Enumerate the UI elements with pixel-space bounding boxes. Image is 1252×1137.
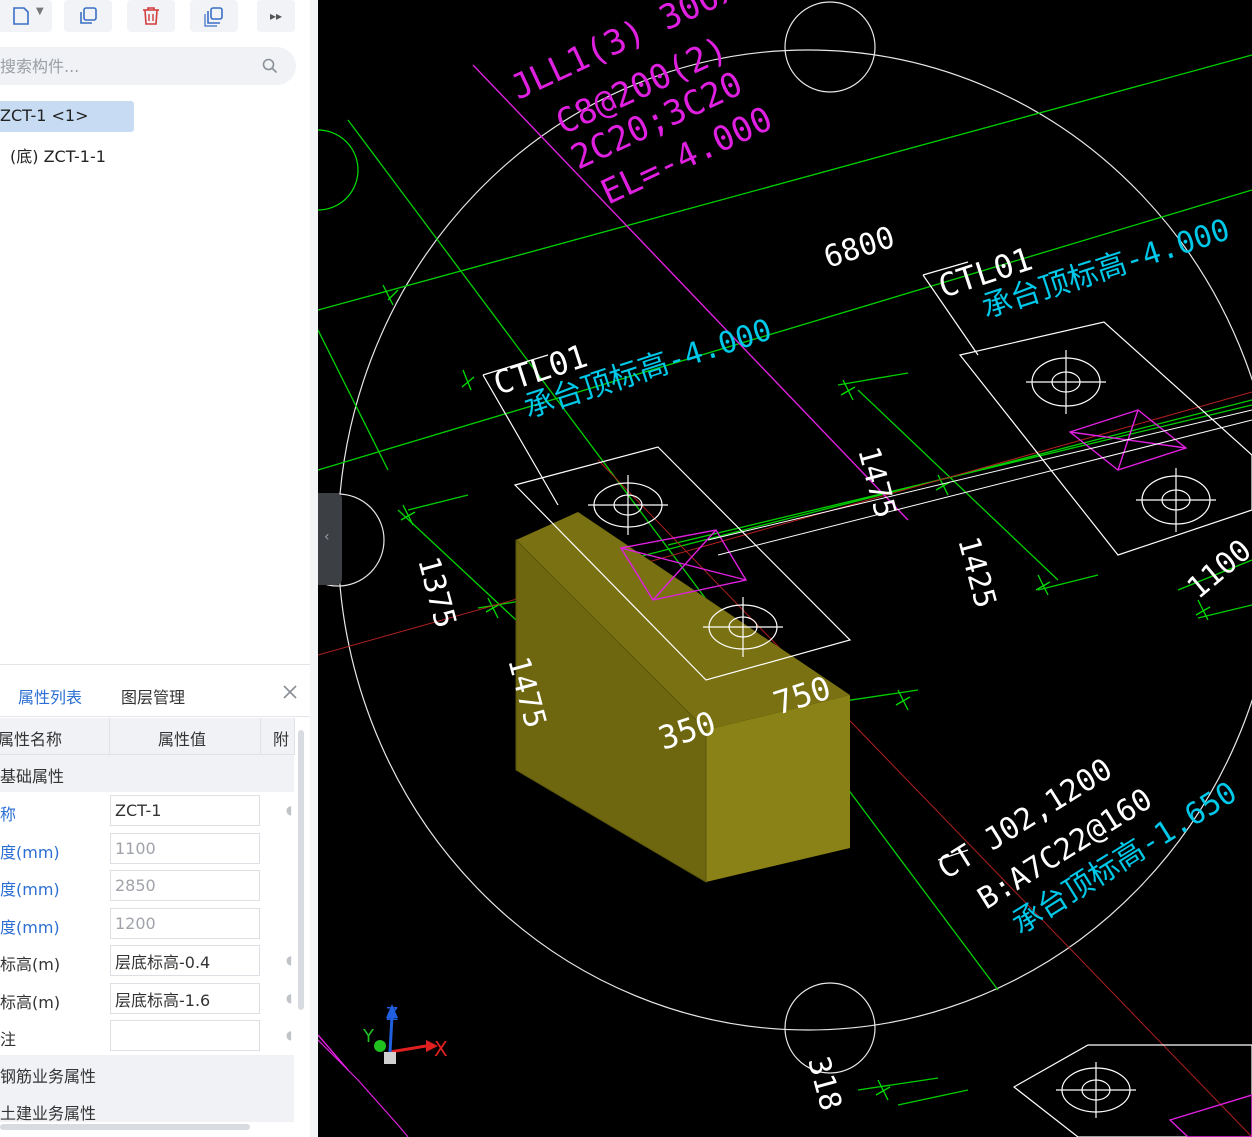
property-value-field[interactable]: [110, 983, 260, 1014]
copy-button[interactable]: [64, 0, 112, 32]
property-name: 称: [0, 805, 17, 824]
property-value-field[interactable]: [110, 1020, 260, 1051]
property-tabs: 属性列表 图层管理: [0, 672, 312, 717]
duplicate-icon: [204, 7, 223, 27]
property-name: 标高(m): [0, 955, 61, 974]
property-name: 度(mm): [0, 918, 60, 937]
axis-z-label: Z: [386, 1004, 398, 1025]
tree-item-label: (底) ZCT-1-1: [10, 147, 106, 166]
group-basic-properties[interactable]: 基础属性: [0, 755, 294, 792]
search-icon[interactable]: [261, 57, 279, 75]
more-button[interactable]: ▸▸: [257, 0, 295, 32]
dim-6800: 6800: [820, 220, 900, 276]
axis-triad: X Y Z: [362, 1004, 448, 1064]
row-indicator-icon: ◖: [286, 953, 293, 967]
tab-property-list[interactable]: 属性列表: [18, 684, 82, 708]
dim-1375: 1375: [410, 553, 463, 632]
dimension-texts: 6800 CTL01 CTL01 1475 1425 1375 1475 350…: [410, 220, 1252, 1114]
cad-viewport[interactable]: JLL1(3) 300x6 C8@200(2) 2C20;3C20 EL=-4.…: [318, 0, 1252, 1137]
dim-1475-upper: 1475: [850, 443, 903, 522]
dim-318: 318: [800, 1053, 848, 1114]
copy-icon: [80, 7, 97, 24]
row-indicator-icon: ◖: [286, 803, 293, 817]
axis-x-label: X: [434, 1037, 448, 1061]
property-name: 度(mm): [0, 843, 60, 862]
axis-bubble: [784, 1, 876, 93]
more-icon: ▸▸: [269, 9, 283, 23]
search-box: [0, 47, 296, 85]
dropdown-arrow-icon: ▼: [36, 6, 44, 17]
panel-divider: [0, 664, 312, 665]
chevron-left-icon: ‹: [324, 529, 330, 545]
column-header-name: 属性名称: [0, 718, 110, 755]
property-name: 注: [0, 1030, 17, 1049]
property-value-field[interactable]: [110, 795, 260, 826]
axis-y-label: Y: [362, 1026, 375, 1047]
collapse-panel-button[interactable]: ‹: [318, 493, 342, 585]
property-value-field[interactable]: [110, 945, 260, 976]
column-header-attach: 附: [261, 718, 295, 755]
search-input[interactable]: [0, 47, 240, 85]
duplicate-button[interactable]: [190, 0, 238, 32]
property-value-field[interactable]: [110, 833, 260, 864]
cad-drawing: JLL1(3) 300x6 C8@200(2) 2C20;3C20 EL=-4.…: [318, 0, 1252, 1137]
component-panel: ▼ ▸▸ 搜索构件... ZCT-1 <1> (底) ZCT-1-1 属性列表 …: [0, 0, 318, 1137]
group-rebar-properties[interactable]: 钢筋业务属性: [0, 1055, 294, 1092]
tree-item-label: ZCT-1 <1>: [0, 106, 89, 125]
delete-icon: [143, 7, 159, 25]
property-value-field[interactable]: [110, 908, 260, 939]
tree-item-zct-1-1[interactable]: (底) ZCT-1-1: [10, 143, 106, 167]
table-row: 度(mm): [0, 830, 294, 867]
property-value-field[interactable]: [110, 870, 260, 901]
horizontal-scrollbar[interactable]: [0, 1124, 250, 1130]
vertical-scrollbar[interactable]: [298, 730, 304, 1010]
row-indicator-icon: ◖: [286, 1028, 293, 1042]
group-civil-properties[interactable]: 土建业务属性: [0, 1092, 294, 1122]
new-component-icon: [13, 7, 29, 25]
row-indicator-icon: ◖: [286, 991, 293, 1005]
property-name: 标高(m): [0, 993, 61, 1012]
table-row: 称 ◖: [0, 792, 294, 829]
delete-button[interactable]: [127, 0, 175, 32]
table-row: 标高(m) ◖: [0, 942, 294, 979]
property-name: 度(mm): [0, 880, 60, 899]
new-component-button[interactable]: ▼: [0, 0, 52, 32]
dim-1425: 1425: [950, 533, 1003, 612]
panel-splitter[interactable]: [310, 0, 318, 1137]
component-toolbar: ▼ ▸▸: [0, 0, 312, 40]
table-row: 度(mm): [0, 905, 294, 942]
tree-item-zct-1[interactable]: ZCT-1 <1>: [0, 101, 134, 132]
table-row: 度(mm): [0, 867, 294, 904]
beam-label: JLL1(3) 300x6 C8@200(2) 2C20;3C20 EL=-4.…: [505, 0, 779, 213]
table-row: 标高(m) ◖: [0, 980, 294, 1017]
dim-1100: 1100: [1181, 533, 1252, 606]
tab-layer-management[interactable]: 图层管理: [121, 684, 185, 708]
close-icon[interactable]: [280, 682, 300, 702]
table-row: 注 ◖: [0, 1017, 294, 1054]
column-header-value: 属性值: [110, 718, 261, 755]
